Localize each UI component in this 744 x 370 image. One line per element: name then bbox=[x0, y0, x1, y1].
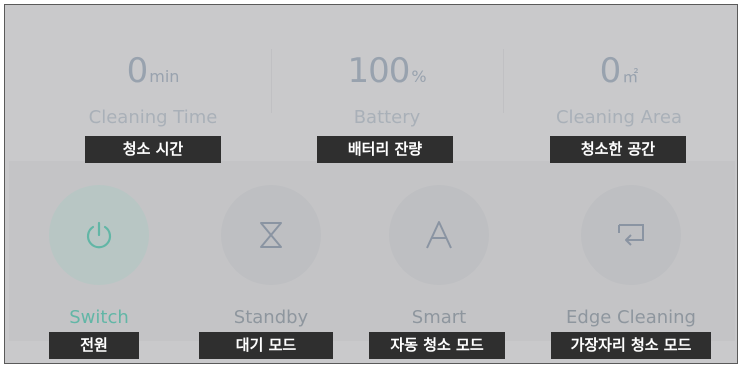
battery-unit: % bbox=[411, 67, 427, 86]
cleaning-time-unit: min bbox=[149, 67, 180, 86]
edge-cleaning-label: Edge Cleaning bbox=[566, 307, 696, 328]
power-icon bbox=[86, 221, 112, 249]
annotation-edge-cleaning: 가장자리 청소 모드 bbox=[551, 332, 711, 359]
edge-cleaning-circle[interactable] bbox=[581, 185, 681, 285]
standby-circle[interactable] bbox=[221, 185, 321, 285]
annotation-cleaning-area: 청소한 공간 bbox=[550, 136, 686, 163]
annotation-standby: 대기 모드 bbox=[199, 332, 333, 359]
battery-value: 100 bbox=[347, 51, 410, 91]
battery-label: Battery bbox=[353, 107, 421, 128]
cleaning-area-value: 0 bbox=[599, 51, 622, 91]
cleaning-time-label: Cleaning Time bbox=[88, 107, 218, 128]
letter-a-icon bbox=[426, 221, 452, 249]
smart-label: Smart bbox=[411, 307, 467, 328]
app-screen: 0 min Cleaning Time 100% Battery 0 ㎡ Clean… bbox=[4, 4, 738, 364]
switch-button[interactable]: Switch bbox=[9, 185, 189, 335]
annotation-switch: 전원 bbox=[49, 332, 139, 359]
edge-cleaning-button[interactable]: Edge Cleaning bbox=[541, 185, 721, 335]
mode-panel: Switch Standby Smart Edge Cleaning bbox=[9, 161, 735, 341]
smart-button[interactable]: Smart bbox=[349, 185, 529, 335]
annotation-battery: 배터리 잔량 bbox=[317, 136, 453, 163]
standby-label: Standby bbox=[233, 307, 309, 328]
standby-button[interactable]: Standby bbox=[181, 185, 361, 335]
edge-return-icon bbox=[618, 224, 644, 246]
smart-circle[interactable] bbox=[389, 185, 489, 285]
annotation-cleaning-time: 청소 시간 bbox=[85, 136, 221, 163]
cleaning-area-label: Cleaning Area bbox=[555, 107, 683, 128]
cleaning-time-value: 0 bbox=[126, 51, 149, 91]
cleaning-area-unit: ㎡ bbox=[622, 67, 639, 86]
switch-circle[interactable] bbox=[49, 185, 149, 285]
hourglass-icon bbox=[260, 222, 282, 248]
switch-label: Switch bbox=[69, 307, 129, 328]
annotation-smart: 자동 청소 모드 bbox=[369, 332, 505, 359]
